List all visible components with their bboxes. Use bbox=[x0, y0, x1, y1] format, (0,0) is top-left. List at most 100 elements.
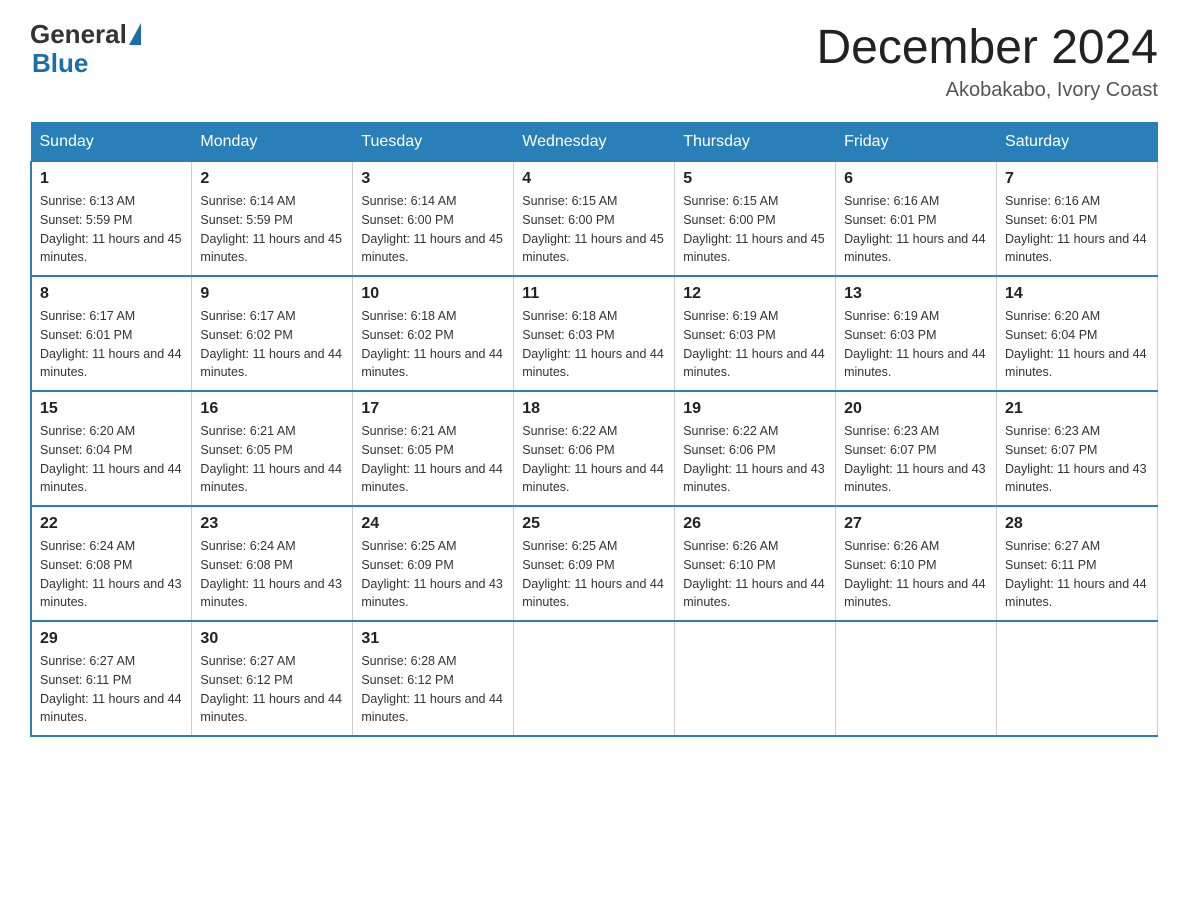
calendar-week-row: 15 Sunrise: 6:20 AMSunset: 6:04 PMDaylig… bbox=[31, 391, 1158, 506]
header-friday: Friday bbox=[836, 123, 997, 162]
calendar-week-row: 1 Sunrise: 6:13 AMSunset: 5:59 PMDayligh… bbox=[31, 162, 1158, 277]
location-subtitle: Akobakabo, Ivory Coast bbox=[816, 79, 1158, 102]
calendar-table: Sunday Monday Tuesday Wednesday Thursday… bbox=[30, 122, 1158, 737]
table-row: 12 Sunrise: 6:19 AMSunset: 6:03 PMDaylig… bbox=[675, 276, 836, 391]
day-number: 26 bbox=[683, 515, 827, 533]
day-info: Sunrise: 6:27 AMSunset: 6:11 PMDaylight:… bbox=[1005, 539, 1147, 609]
day-info: Sunrise: 6:14 AMSunset: 6:00 PMDaylight:… bbox=[361, 194, 503, 264]
day-info: Sunrise: 6:17 AMSunset: 6:01 PMDaylight:… bbox=[40, 309, 182, 379]
day-info: Sunrise: 6:22 AMSunset: 6:06 PMDaylight:… bbox=[522, 424, 664, 494]
day-number: 9 bbox=[200, 285, 344, 303]
day-number: 13 bbox=[844, 285, 988, 303]
day-info: Sunrise: 6:18 AMSunset: 6:02 PMDaylight:… bbox=[361, 309, 503, 379]
day-number: 18 bbox=[522, 400, 666, 418]
table-row: 19 Sunrise: 6:22 AMSunset: 6:06 PMDaylig… bbox=[675, 391, 836, 506]
day-info: Sunrise: 6:21 AMSunset: 6:05 PMDaylight:… bbox=[361, 424, 503, 494]
day-number: 23 bbox=[200, 515, 344, 533]
day-info: Sunrise: 6:27 AMSunset: 6:11 PMDaylight:… bbox=[40, 654, 182, 724]
header-wednesday: Wednesday bbox=[514, 123, 675, 162]
table-row: 31 Sunrise: 6:28 AMSunset: 6:12 PMDaylig… bbox=[353, 621, 514, 736]
table-row: 15 Sunrise: 6:20 AMSunset: 6:04 PMDaylig… bbox=[31, 391, 192, 506]
day-info: Sunrise: 6:13 AMSunset: 5:59 PMDaylight:… bbox=[40, 194, 182, 264]
day-number: 12 bbox=[683, 285, 827, 303]
table-row bbox=[675, 621, 836, 736]
table-row: 22 Sunrise: 6:24 AMSunset: 6:08 PMDaylig… bbox=[31, 506, 192, 621]
day-info: Sunrise: 6:26 AMSunset: 6:10 PMDaylight:… bbox=[844, 539, 986, 609]
day-number: 8 bbox=[40, 285, 183, 303]
day-info: Sunrise: 6:19 AMSunset: 6:03 PMDaylight:… bbox=[844, 309, 986, 379]
day-info: Sunrise: 6:20 AMSunset: 6:04 PMDaylight:… bbox=[1005, 309, 1147, 379]
table-row: 1 Sunrise: 6:13 AMSunset: 5:59 PMDayligh… bbox=[31, 162, 192, 277]
table-row: 18 Sunrise: 6:22 AMSunset: 6:06 PMDaylig… bbox=[514, 391, 675, 506]
table-row: 28 Sunrise: 6:27 AMSunset: 6:11 PMDaylig… bbox=[997, 506, 1158, 621]
table-row: 27 Sunrise: 6:26 AMSunset: 6:10 PMDaylig… bbox=[836, 506, 997, 621]
day-info: Sunrise: 6:19 AMSunset: 6:03 PMDaylight:… bbox=[683, 309, 825, 379]
day-info: Sunrise: 6:25 AMSunset: 6:09 PMDaylight:… bbox=[361, 539, 503, 609]
table-row: 2 Sunrise: 6:14 AMSunset: 5:59 PMDayligh… bbox=[192, 162, 353, 277]
table-row: 6 Sunrise: 6:16 AMSunset: 6:01 PMDayligh… bbox=[836, 162, 997, 277]
day-number: 4 bbox=[522, 170, 666, 188]
table-row: 3 Sunrise: 6:14 AMSunset: 6:00 PMDayligh… bbox=[353, 162, 514, 277]
day-info: Sunrise: 6:21 AMSunset: 6:05 PMDaylight:… bbox=[200, 424, 342, 494]
table-row bbox=[997, 621, 1158, 736]
day-info: Sunrise: 6:23 AMSunset: 6:07 PMDaylight:… bbox=[844, 424, 986, 494]
day-number: 14 bbox=[1005, 285, 1149, 303]
day-info: Sunrise: 6:22 AMSunset: 6:06 PMDaylight:… bbox=[683, 424, 825, 494]
table-row: 13 Sunrise: 6:19 AMSunset: 6:03 PMDaylig… bbox=[836, 276, 997, 391]
header-monday: Monday bbox=[192, 123, 353, 162]
day-number: 15 bbox=[40, 400, 183, 418]
day-number: 2 bbox=[200, 170, 344, 188]
day-number: 17 bbox=[361, 400, 505, 418]
header-thursday: Thursday bbox=[675, 123, 836, 162]
day-info: Sunrise: 6:16 AMSunset: 6:01 PMDaylight:… bbox=[1005, 194, 1147, 264]
month-title: December 2024 bbox=[816, 20, 1158, 75]
day-info: Sunrise: 6:24 AMSunset: 6:08 PMDaylight:… bbox=[40, 539, 182, 609]
day-info: Sunrise: 6:15 AMSunset: 6:00 PMDaylight:… bbox=[683, 194, 825, 264]
day-info: Sunrise: 6:23 AMSunset: 6:07 PMDaylight:… bbox=[1005, 424, 1147, 494]
day-info: Sunrise: 6:26 AMSunset: 6:10 PMDaylight:… bbox=[683, 539, 825, 609]
page-header: General Blue December 2024 Akobakabo, Iv… bbox=[30, 20, 1158, 102]
table-row: 11 Sunrise: 6:18 AMSunset: 6:03 PMDaylig… bbox=[514, 276, 675, 391]
logo-text-general: General bbox=[30, 20, 127, 49]
table-row: 9 Sunrise: 6:17 AMSunset: 6:02 PMDayligh… bbox=[192, 276, 353, 391]
day-info: Sunrise: 6:14 AMSunset: 5:59 PMDaylight:… bbox=[200, 194, 342, 264]
day-number: 29 bbox=[40, 630, 183, 648]
table-row: 5 Sunrise: 6:15 AMSunset: 6:00 PMDayligh… bbox=[675, 162, 836, 277]
day-number: 22 bbox=[40, 515, 183, 533]
table-row: 17 Sunrise: 6:21 AMSunset: 6:05 PMDaylig… bbox=[353, 391, 514, 506]
table-row: 21 Sunrise: 6:23 AMSunset: 6:07 PMDaylig… bbox=[997, 391, 1158, 506]
table-row: 10 Sunrise: 6:18 AMSunset: 6:02 PMDaylig… bbox=[353, 276, 514, 391]
table-row: 24 Sunrise: 6:25 AMSunset: 6:09 PMDaylig… bbox=[353, 506, 514, 621]
table-row: 25 Sunrise: 6:25 AMSunset: 6:09 PMDaylig… bbox=[514, 506, 675, 621]
table-row: 30 Sunrise: 6:27 AMSunset: 6:12 PMDaylig… bbox=[192, 621, 353, 736]
table-row: 29 Sunrise: 6:27 AMSunset: 6:11 PMDaylig… bbox=[31, 621, 192, 736]
logo: General Blue bbox=[30, 20, 143, 77]
day-number: 11 bbox=[522, 285, 666, 303]
day-number: 30 bbox=[200, 630, 344, 648]
day-number: 5 bbox=[683, 170, 827, 188]
day-info: Sunrise: 6:17 AMSunset: 6:02 PMDaylight:… bbox=[200, 309, 342, 379]
table-row: 20 Sunrise: 6:23 AMSunset: 6:07 PMDaylig… bbox=[836, 391, 997, 506]
day-info: Sunrise: 6:16 AMSunset: 6:01 PMDaylight:… bbox=[844, 194, 986, 264]
day-number: 19 bbox=[683, 400, 827, 418]
table-row: 14 Sunrise: 6:20 AMSunset: 6:04 PMDaylig… bbox=[997, 276, 1158, 391]
calendar-week-row: 22 Sunrise: 6:24 AMSunset: 6:08 PMDaylig… bbox=[31, 506, 1158, 621]
calendar-week-row: 8 Sunrise: 6:17 AMSunset: 6:01 PMDayligh… bbox=[31, 276, 1158, 391]
header-saturday: Saturday bbox=[997, 123, 1158, 162]
day-info: Sunrise: 6:20 AMSunset: 6:04 PMDaylight:… bbox=[40, 424, 182, 494]
day-number: 1 bbox=[40, 170, 183, 188]
day-info: Sunrise: 6:18 AMSunset: 6:03 PMDaylight:… bbox=[522, 309, 664, 379]
header-sunday: Sunday bbox=[31, 123, 192, 162]
day-number: 24 bbox=[361, 515, 505, 533]
day-number: 27 bbox=[844, 515, 988, 533]
table-row bbox=[836, 621, 997, 736]
day-info: Sunrise: 6:28 AMSunset: 6:12 PMDaylight:… bbox=[361, 654, 503, 724]
day-number: 16 bbox=[200, 400, 344, 418]
day-number: 31 bbox=[361, 630, 505, 648]
calendar-week-row: 29 Sunrise: 6:27 AMSunset: 6:11 PMDaylig… bbox=[31, 621, 1158, 736]
day-number: 6 bbox=[844, 170, 988, 188]
day-number: 28 bbox=[1005, 515, 1149, 533]
calendar-header-row: Sunday Monday Tuesday Wednesday Thursday… bbox=[31, 123, 1158, 162]
table-row: 26 Sunrise: 6:26 AMSunset: 6:10 PMDaylig… bbox=[675, 506, 836, 621]
day-number: 20 bbox=[844, 400, 988, 418]
